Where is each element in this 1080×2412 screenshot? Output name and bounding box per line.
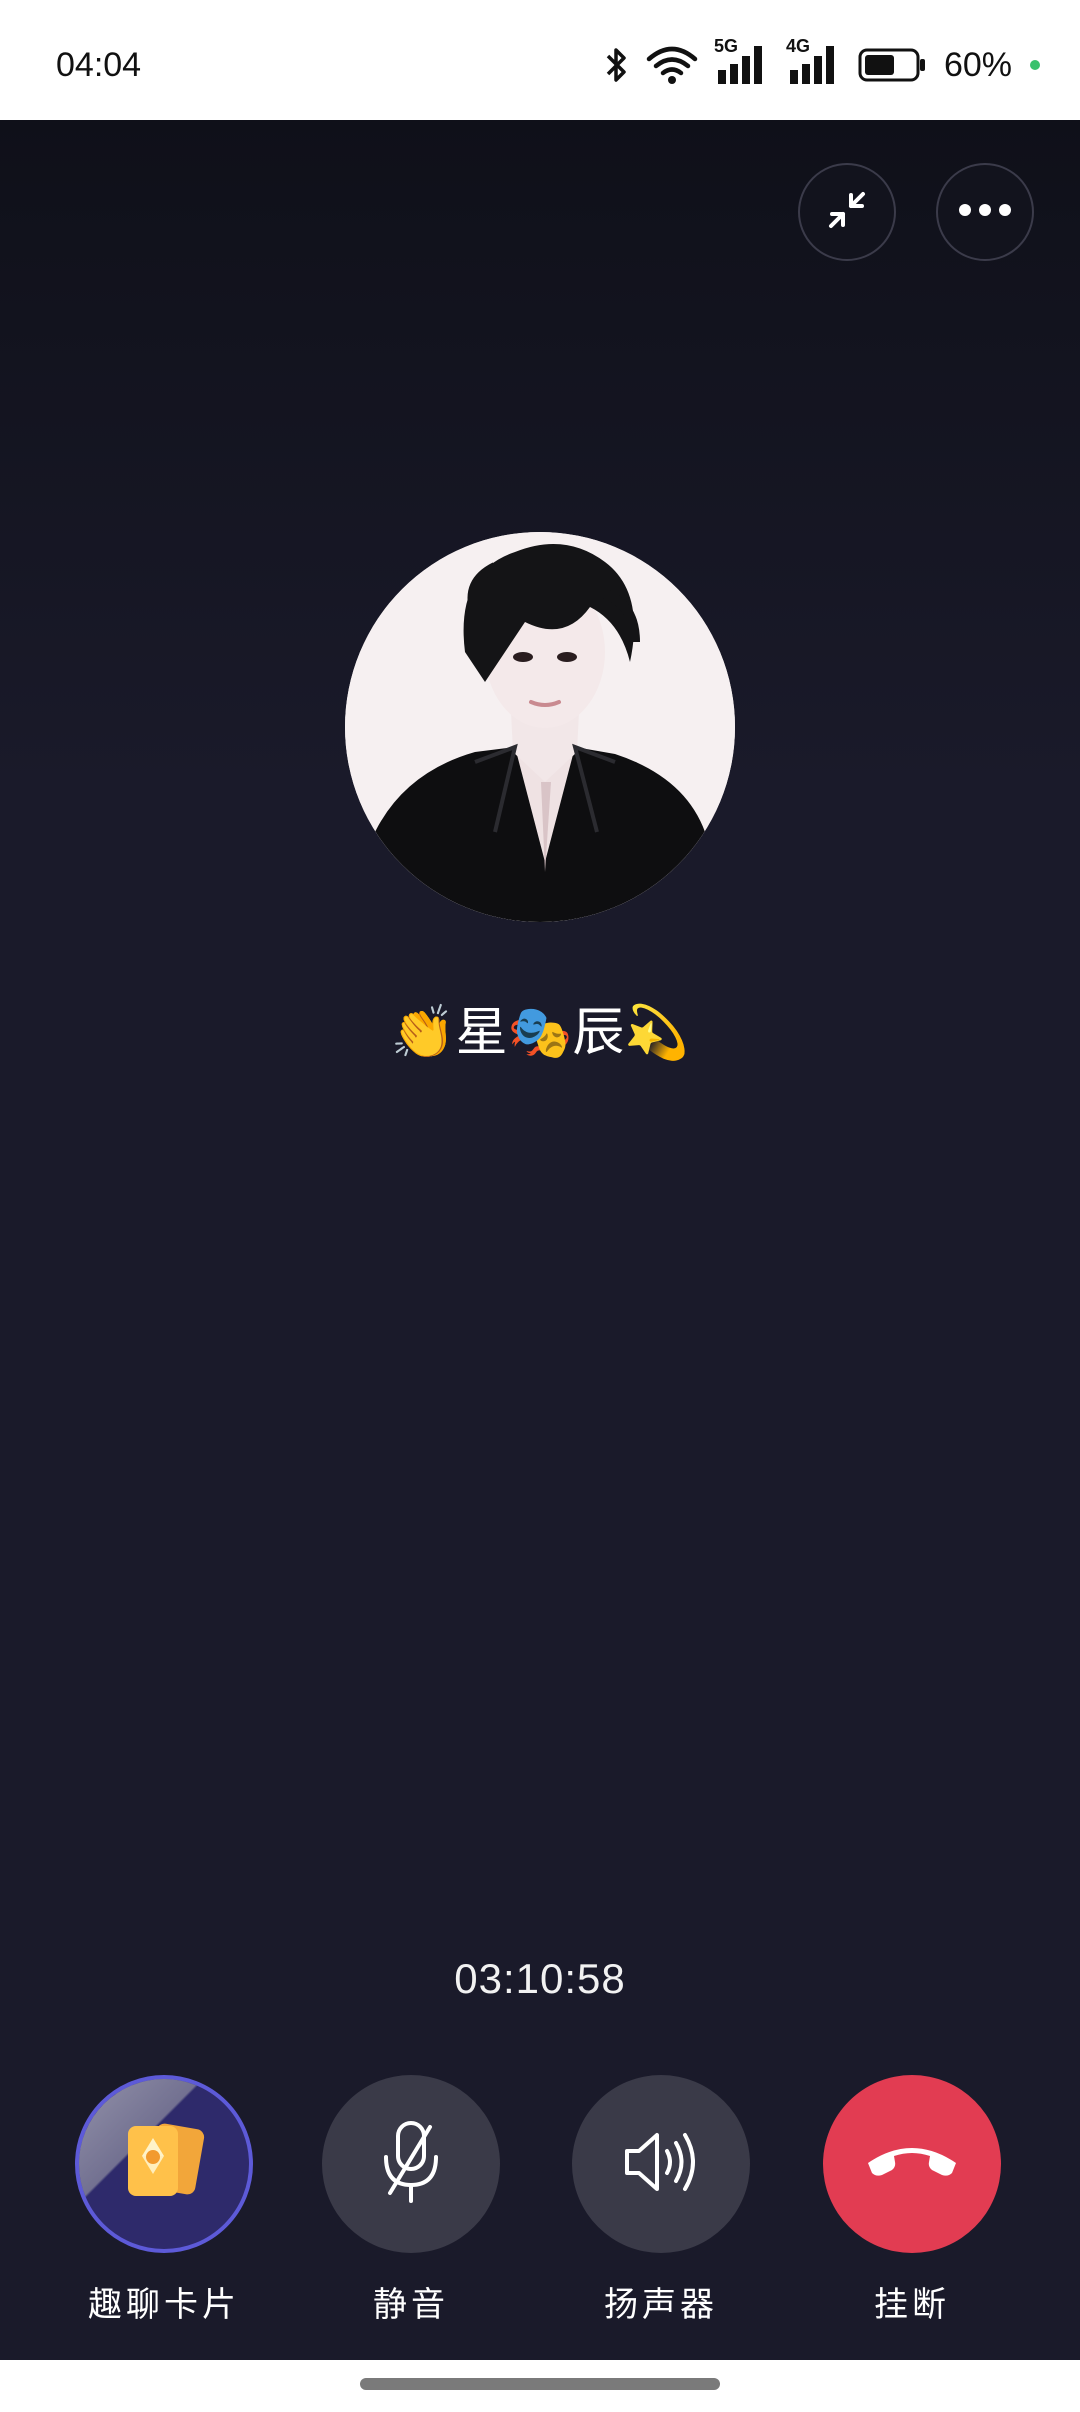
mute-label: 静音 [373,2285,449,2325]
cellular-5g-icon: 5G [714,36,770,88]
hang-up-icon [862,2137,962,2191]
wifi-icon [646,45,698,85]
fun-chat-card-label: 趣聊卡片 [88,2285,240,2325]
speaker-button[interactable]: 扬声器 [571,2075,751,2326]
mute-button[interactable]: 静音 [321,2075,501,2326]
navigation-bar [0,2360,1080,2412]
status-icons: 5G 4G 60% [604,36,1040,90]
battery-icon [858,46,928,84]
speaker-label: 扬声器 [604,2285,718,2325]
more-options-button[interactable] [936,163,1034,261]
microphone-muted-icon [376,2117,446,2211]
mute-circle[interactable] [322,2075,500,2253]
status-time: 04:04 [56,46,142,84]
fun-chat-card-circle[interactable] [75,2075,253,2253]
privacy-indicator-dot [1030,60,1040,70]
hang-up-circle[interactable] [823,2075,1001,2253]
battery-percent: 60% [943,45,1012,84]
status-bar: 04:04 5G 4G 60% [0,0,1080,120]
speaker-circle[interactable] [572,2075,750,2253]
minimize-button[interactable] [798,163,896,261]
more-dots-icon [957,202,1013,222]
cellular-4g-icon: 4G [786,36,842,88]
caller-name: 👏星🎭辰💫 [390,1003,690,1063]
home-indicator[interactable] [360,2378,720,2390]
bluetooth-icon [604,45,630,85]
call-screen [0,120,1080,2360]
call-duration: 03:10:58 [454,1955,626,2002]
caller-avatar [345,532,735,922]
hang-up-button[interactable]: 挂断 [822,2075,1002,2326]
fun-chat-card-button[interactable]: 趣聊卡片 [74,2075,254,2326]
call-controls: 趣聊卡片 静音 扬声器 挂断 [0,2075,1080,2325]
hang-up-label: 挂断 [874,2285,950,2325]
fun-chat-card-icon [118,2116,210,2212]
minimize-arrows-icon [823,186,871,238]
speaker-icon [621,2127,701,2201]
